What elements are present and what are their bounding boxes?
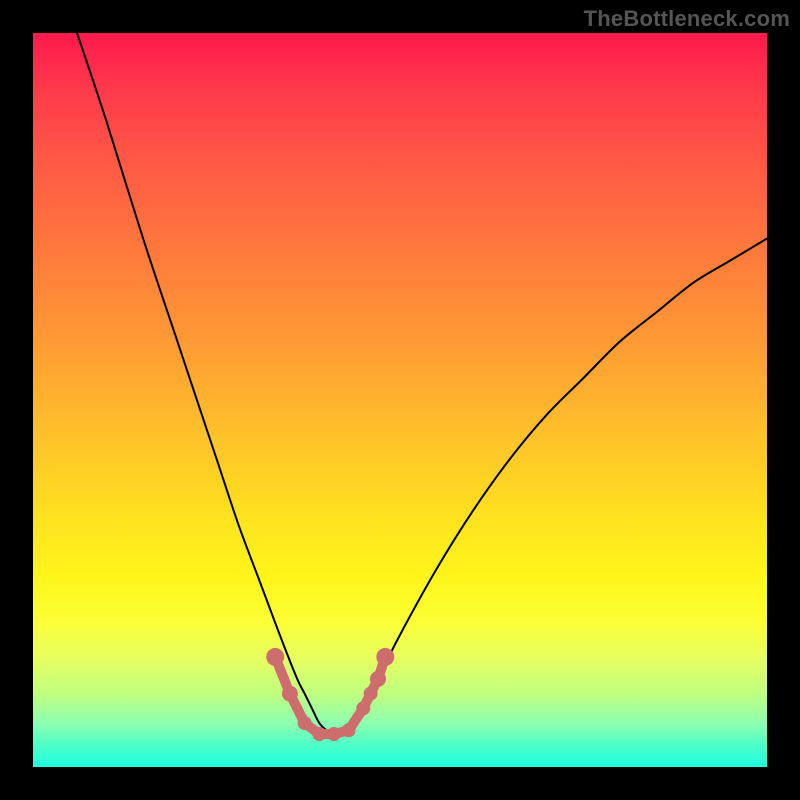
valley-dot [312,727,326,741]
valley-dot [364,687,378,701]
plot-area [33,33,767,767]
bottleneck-curve [77,33,767,734]
valley-dot [282,686,298,702]
curve-svg [33,33,767,767]
valley-dot [376,648,394,666]
watermark-text: TheBottleneck.com [584,6,790,32]
valley-dot [327,727,341,741]
valley-dot [356,701,370,715]
valley-dot [370,671,386,687]
valley-dot [342,723,356,737]
valley-dot [266,648,284,666]
valley-dots [266,648,394,741]
valley-dot [298,716,312,730]
chart-frame: TheBottleneck.com [0,0,800,800]
